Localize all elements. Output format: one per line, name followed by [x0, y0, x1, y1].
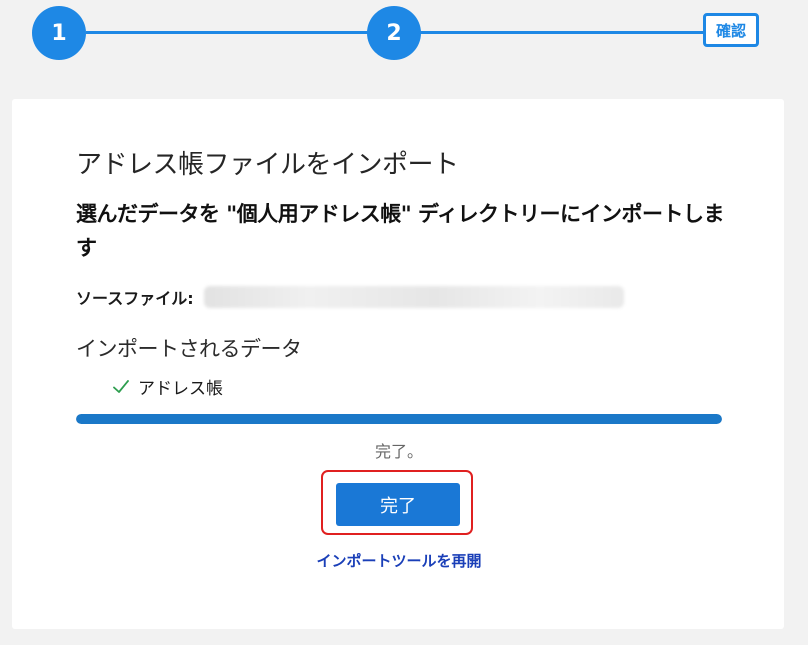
step-connector-2 — [420, 31, 704, 34]
step-2-indicator[interactable]: 2 — [367, 6, 421, 60]
check-icon — [113, 379, 129, 393]
done-button[interactable]: 完了 — [336, 483, 460, 526]
step-connector-1 — [86, 31, 370, 34]
restart-import-tool-link[interactable]: インポートツールを再開 — [76, 550, 722, 571]
import-stepper: 1 2 確認 — [0, 0, 808, 70]
imported-item-label: アドレス帳 — [138, 379, 223, 399]
import-progress-fill — [76, 414, 722, 424]
source-file-row: ソースファイル: — [76, 285, 624, 309]
imported-item-address-book: アドレス帳 — [112, 374, 223, 399]
step-1-indicator[interactable]: 1 — [32, 6, 86, 60]
import-status-text: 完了。 — [374, 442, 423, 461]
source-file-label: ソースファイル: — [76, 289, 194, 308]
source-file-path-redacted — [203, 286, 624, 308]
page-title: アドレス帳ファイルをインポート — [76, 150, 459, 180]
import-description: 選んだデータを "個人用アドレス帳" ディレクトリーにインポートします — [76, 202, 725, 260]
step-confirm-indicator: 確認 — [703, 13, 759, 47]
imported-data-heading: インポートされるデータ — [76, 337, 302, 361]
import-progress-bar — [76, 414, 722, 424]
import-card: アドレス帳ファイルをインポート 選んだデータを "個人用アドレス帳" ディレクト… — [12, 99, 784, 629]
